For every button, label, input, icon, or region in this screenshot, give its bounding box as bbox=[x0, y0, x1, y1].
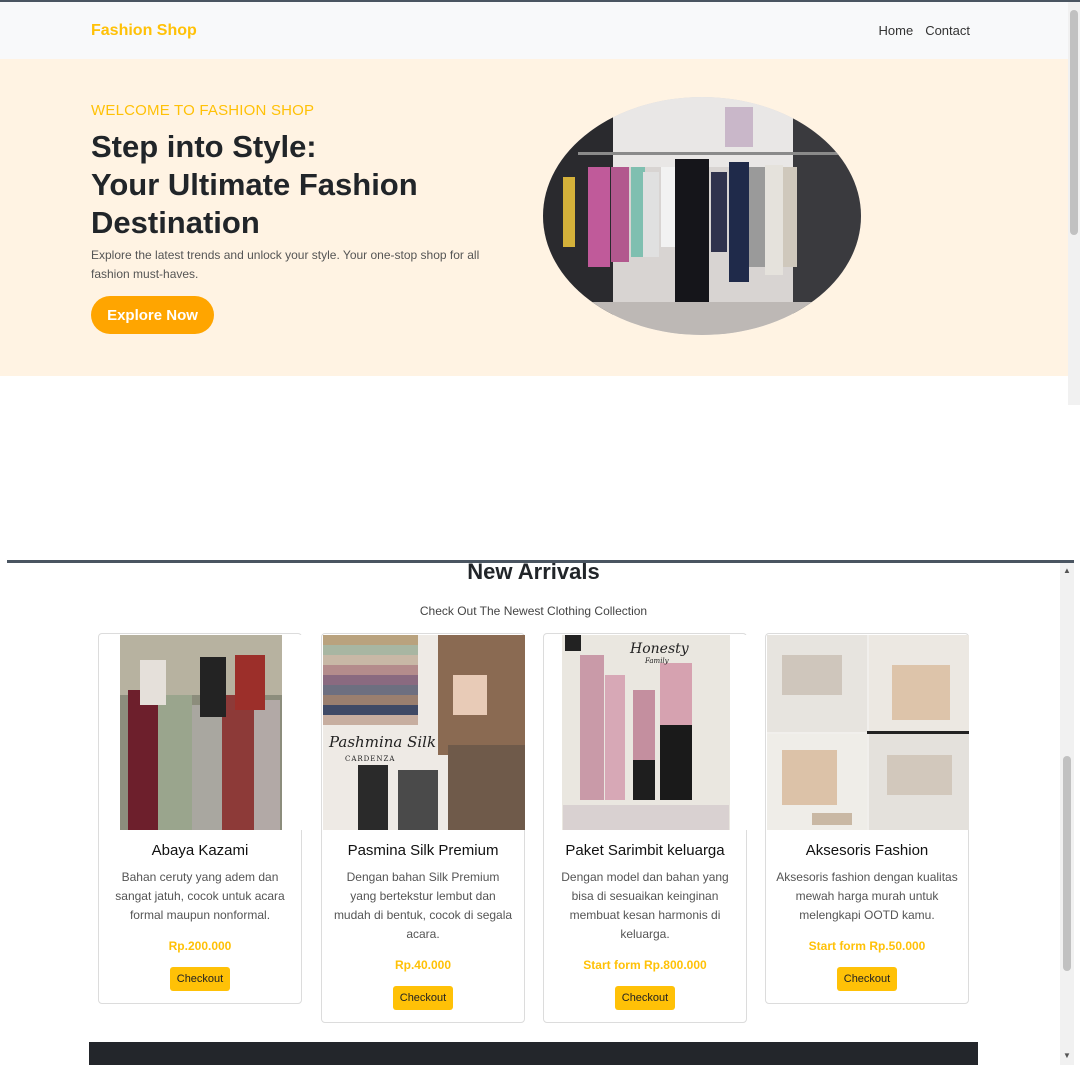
product-description: Dengan model dan bahan yang bisa di sesu… bbox=[561, 870, 729, 941]
page-scrollbar-thumb[interactable] bbox=[1070, 10, 1078, 235]
svg-text:Pashmina Silk: Pashmina Silk bbox=[328, 733, 436, 751]
product-description: Dengan bahan Silk Premium yang bertekstu… bbox=[333, 870, 513, 941]
hero-store-image bbox=[543, 97, 861, 335]
hero-title-line-1: Step into Style: bbox=[91, 129, 317, 164]
hero-section: WELCOME TO FASHION SHOP Step into Style:… bbox=[0, 59, 1068, 376]
footer bbox=[89, 1042, 978, 1065]
new-arrivals-screenshot: New Arrivals Check Out The Newest Clothi… bbox=[7, 560, 1074, 1065]
svg-text:CARDENZA: CARDENZA bbox=[345, 755, 395, 763]
hero-title: Step into Style: Your Ultimate Fashion D… bbox=[91, 128, 521, 242]
page-scrollbar[interactable]: ▲ ▼ bbox=[1060, 563, 1074, 1065]
page-scrollbar[interactable] bbox=[1068, 2, 1080, 405]
hero-title-line-2: Your Ultimate Fashion bbox=[91, 167, 418, 202]
product-price: Start form Rp.800.000 bbox=[583, 958, 707, 972]
product-description: Aksesoris fashion dengan kualitas mewah … bbox=[776, 870, 958, 922]
product-price: Rp.40.000 bbox=[394, 958, 452, 972]
product-image-pasmina: Pashmina Silk CARDENZA bbox=[323, 635, 525, 830]
product-image-aksesoris bbox=[767, 635, 969, 830]
product-title: Paket Sarimbit keluarga bbox=[565, 842, 725, 859]
navbar: Fashion Shop Home Contact bbox=[0, 2, 1068, 59]
product-image-abaya bbox=[100, 635, 302, 830]
checkout-button[interactable]: Checkout bbox=[837, 967, 897, 991]
explore-now-button[interactable]: Explore Now bbox=[91, 296, 214, 334]
svg-text:Honesty: Honesty bbox=[629, 641, 690, 657]
checkout-button[interactable]: Checkout bbox=[393, 986, 453, 1010]
hero-screenshot: Fashion Shop Home Contact WELCOME TO FAS… bbox=[0, 0, 1080, 405]
product-title: Pasmina Silk Premium bbox=[347, 842, 499, 859]
checkout-button[interactable]: Checkout bbox=[615, 986, 675, 1010]
product-image-sarimbit: Honesty Family bbox=[545, 635, 747, 830]
nav-link-home[interactable]: Home bbox=[879, 23, 914, 38]
product-price: Rp.200.000 bbox=[168, 939, 232, 953]
new-arrivals-subtitle: Check Out The Newest Clothing Collection bbox=[419, 604, 648, 618]
hero-title-line-3: Destination bbox=[91, 205, 260, 240]
scroll-down-arrow-icon[interactable]: ▼ bbox=[1060, 1051, 1074, 1060]
product-description: Bahan ceruty yang adem dan sangat jatuh,… bbox=[115, 870, 285, 922]
product-title: Aksesoris Fashion bbox=[805, 842, 929, 859]
svg-text:Family: Family bbox=[644, 657, 670, 665]
brand-logo[interactable]: Fashion Shop bbox=[91, 22, 197, 40]
hero-description: Explore the latest trends and unlock you… bbox=[91, 248, 480, 281]
checkout-button[interactable]: Checkout bbox=[170, 967, 230, 991]
product-card: Abaya Kazami Bahan ceruty yang adem dan … bbox=[98, 633, 302, 1004]
nav-link-contact[interactable]: Contact bbox=[925, 23, 970, 38]
product-title: Abaya Kazami bbox=[151, 842, 249, 859]
nav-links: Home Contact bbox=[879, 23, 971, 38]
product-card: Pashmina Silk CARDENZA Pasmina Silk Prem… bbox=[321, 633, 525, 1023]
page-scrollbar-thumb[interactable] bbox=[1063, 756, 1071, 971]
product-price: Start form Rp.50.000 bbox=[808, 939, 926, 953]
product-card: Honesty Family Paket Sarimbit keluarga D… bbox=[543, 633, 747, 1023]
scroll-up-arrow-icon[interactable]: ▲ bbox=[1060, 566, 1074, 575]
product-card: Aksesoris Fashion Aksesoris fashion deng… bbox=[765, 633, 969, 1004]
hero-kicker: WELCOME TO FASHION SHOP bbox=[91, 102, 315, 119]
new-arrivals-title: New Arrivals bbox=[467, 560, 600, 584]
